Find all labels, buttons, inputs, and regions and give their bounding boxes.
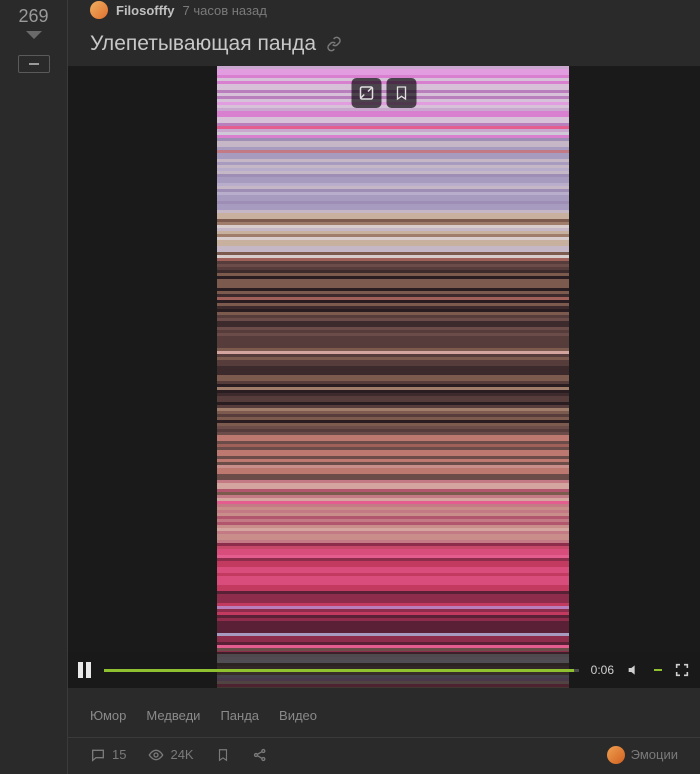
post-title: Улепетывающая панда bbox=[90, 32, 316, 56]
emotions-label: Эмоции bbox=[631, 747, 678, 762]
comments-button[interactable]: 15 bbox=[90, 747, 126, 763]
post-footer: 15 24K Эмоции bbox=[68, 737, 700, 771]
title-row: Улепетывающая панда bbox=[68, 20, 700, 66]
bookmark-icon[interactable] bbox=[387, 78, 417, 108]
tag-link[interactable]: Медведи bbox=[146, 708, 200, 723]
fullscreen-icon[interactable] bbox=[674, 662, 690, 678]
save-button[interactable] bbox=[216, 748, 230, 762]
video-player[interactable]: 0:06 bbox=[68, 66, 700, 688]
progress-fill bbox=[104, 669, 574, 672]
expand-icon[interactable] bbox=[352, 78, 382, 108]
permalink-icon[interactable] bbox=[326, 36, 342, 52]
tag-link[interactable]: Видео bbox=[279, 708, 317, 723]
minus-button[interactable] bbox=[18, 55, 50, 73]
post-time: 7 часов назад bbox=[183, 3, 267, 18]
tags-row: Юмор Медведи Панда Видео bbox=[68, 688, 700, 737]
emotion-avatar-icon bbox=[607, 746, 625, 764]
progress-bar[interactable] bbox=[104, 669, 579, 672]
tag-link[interactable]: Панда bbox=[220, 708, 259, 723]
pause-button[interactable] bbox=[78, 662, 92, 678]
tag-link[interactable]: Юмор bbox=[90, 708, 126, 723]
author-link[interactable]: Filosofffy bbox=[116, 3, 175, 18]
post-header: Filosofffy 7 часов назад bbox=[68, 0, 700, 20]
author-avatar[interactable] bbox=[90, 1, 108, 19]
emotions-button[interactable]: Эмоции bbox=[607, 746, 678, 764]
comments-count: 15 bbox=[112, 747, 126, 762]
volume-level[interactable] bbox=[654, 669, 662, 671]
share-button[interactable] bbox=[252, 747, 268, 763]
post-content: Filosofffy 7 часов назад Улепетывающая п… bbox=[68, 0, 700, 774]
views-stat: 24K bbox=[148, 747, 193, 763]
time-label: 0:06 bbox=[591, 663, 614, 677]
vote-score: 269 bbox=[18, 6, 48, 27]
vote-column: 269 bbox=[0, 0, 68, 774]
player-controls: 0:06 bbox=[68, 652, 700, 688]
video-top-overlay bbox=[352, 78, 417, 108]
video-frame bbox=[217, 66, 569, 688]
downvote-chevron-icon[interactable] bbox=[26, 31, 42, 39]
volume-icon[interactable] bbox=[626, 662, 642, 678]
views-count: 24K bbox=[170, 747, 193, 762]
